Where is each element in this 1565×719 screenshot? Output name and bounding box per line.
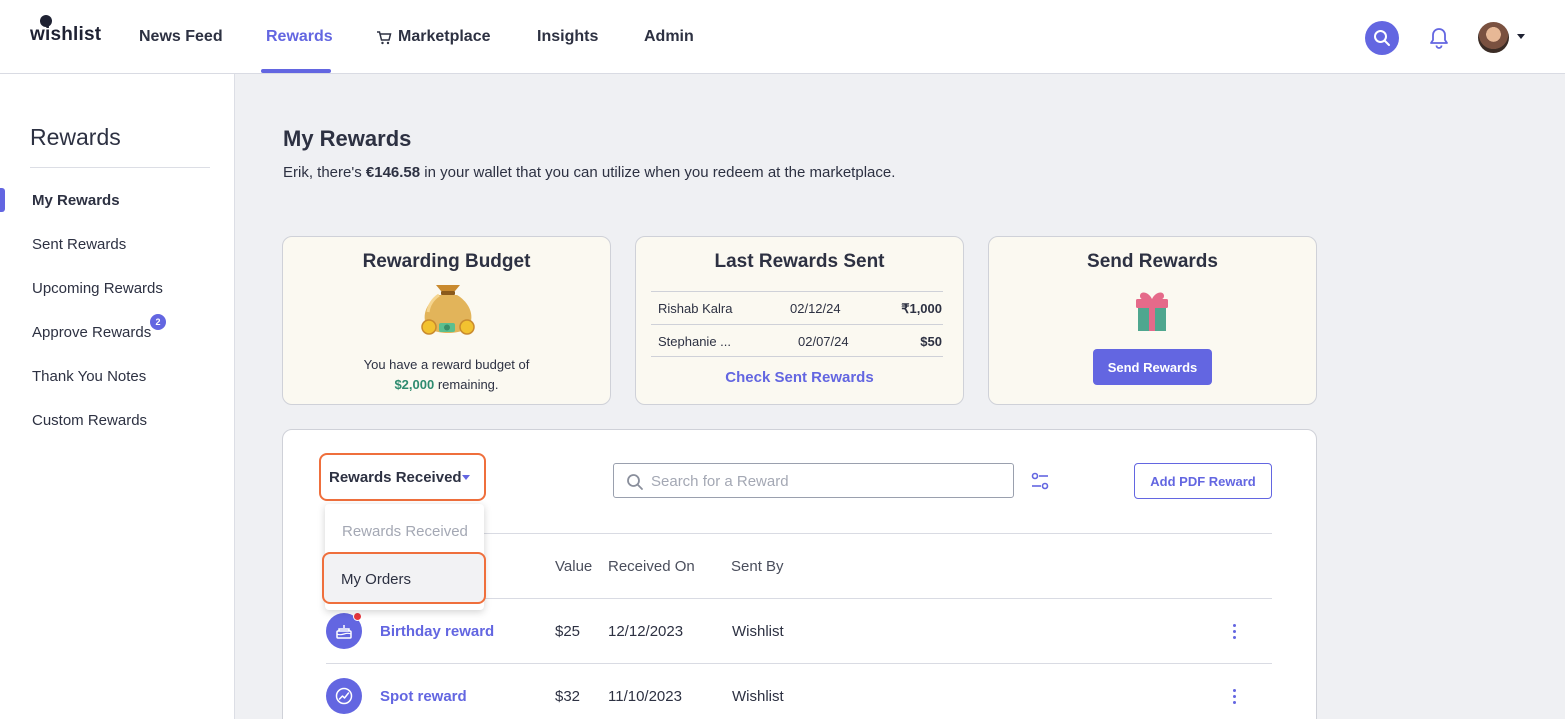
sidebar-divider xyxy=(30,167,210,168)
last-sent-date: 02/07/24 xyxy=(798,334,849,349)
caret-down-icon[interactable] xyxy=(1517,34,1525,39)
wishlist-logo[interactable]: wishlist xyxy=(30,15,102,46)
budget-card-title: Rewarding Budget xyxy=(362,251,531,272)
nav-insights[interactable]: Insights xyxy=(537,28,598,46)
rewarding-budget-card: Rewarding Budget You have a reward budge… xyxy=(282,236,611,405)
bell-icon xyxy=(1430,28,1448,49)
reward-name-link[interactable]: Birthday reward xyxy=(380,623,494,640)
send-rewards-button[interactable]: Send Rewards xyxy=(1093,349,1212,385)
column-header-received-on: Received On xyxy=(608,558,695,575)
last-sent-card-title: Last Rewards Sent xyxy=(714,251,885,272)
menu-option-rewards-received[interactable]: Rewards Received xyxy=(342,523,468,540)
nav-rewards[interactable]: Rewards xyxy=(266,28,333,46)
budget-amount: $2,000 xyxy=(394,377,435,392)
sidebar-item-sent-rewards[interactable]: Sent Rewards xyxy=(32,236,126,253)
add-pdf-reward-button[interactable]: Add PDF Reward xyxy=(1134,463,1272,499)
reward-received-on: 12/12/2023 xyxy=(608,623,684,640)
menu-option-label: My Orders xyxy=(341,571,412,588)
nav-news-feed[interactable]: News Feed xyxy=(139,28,223,46)
column-header-value: Value xyxy=(555,558,593,575)
rewards-type-dropdown[interactable]: Rewards Received xyxy=(319,453,486,501)
sidebar-title: Rewards xyxy=(30,124,121,150)
wallet-prefix: Erik, there's xyxy=(283,164,366,181)
reward-value: $25 xyxy=(555,623,581,640)
global-search-button[interactable] xyxy=(1365,21,1399,55)
budget-description: You have a reward budget of $2,000 remai… xyxy=(283,355,610,395)
notifications-button[interactable] xyxy=(1428,26,1450,55)
wallet-suffix: in your wallet that you can utilize when… xyxy=(420,164,896,181)
money-bag-icon xyxy=(421,285,475,335)
rewards-type-menu: Rewards Received My Orders xyxy=(322,504,486,610)
last-sent-recipient: Rishab Kalra xyxy=(658,301,733,316)
wallet-amount: €146.58 xyxy=(365,164,421,181)
dropdown-selected-label: Rewards Received xyxy=(329,469,462,486)
nav-admin[interactable]: Admin xyxy=(644,28,694,46)
filter-sliders-icon[interactable] xyxy=(1031,471,1049,491)
last-sent-divider xyxy=(651,356,943,357)
last-sent-row: Stephanie ... 02/07/24 $50 xyxy=(658,325,942,357)
sidebar-item-upcoming-rewards[interactable]: Upcoming Rewards xyxy=(32,280,163,297)
nav-marketplace[interactable]: Marketplace xyxy=(398,28,491,46)
row-more-icon[interactable] xyxy=(1230,689,1240,705)
column-header-sent-by: Sent By xyxy=(731,558,784,575)
reward-sent-by: Wishlist xyxy=(732,623,784,640)
trend-chart-icon xyxy=(326,678,362,714)
budget-text-line: You have a reward budget of xyxy=(363,357,530,372)
search-icon xyxy=(1374,30,1390,46)
reward-search-input[interactable] xyxy=(651,470,1001,492)
reward-received-on: 11/10/2023 xyxy=(608,688,682,705)
reward-sent-by: Wishlist xyxy=(732,688,784,705)
nav-active-indicator xyxy=(261,69,331,73)
logo-text: wishlist xyxy=(30,24,102,45)
table-row[interactable]: Spot reward $32 11/10/2023 Wishlist xyxy=(326,664,1272,719)
sidebar-item-approve-rewards[interactable]: Approve Rewards xyxy=(32,324,151,341)
check-sent-rewards-link[interactable]: Check Sent Rewards xyxy=(636,369,963,386)
last-sent-amount: $50 xyxy=(920,334,942,349)
user-avatar[interactable] xyxy=(1478,22,1509,53)
gift-icon xyxy=(1136,292,1168,331)
reward-name-link[interactable]: Spot reward xyxy=(380,688,467,705)
sidebar-active-indicator xyxy=(0,188,5,212)
last-sent-recipient: Stephanie ... xyxy=(658,334,731,349)
sidebar-item-thank-you-notes[interactable]: Thank You Notes xyxy=(32,368,146,385)
unread-dot xyxy=(353,612,362,621)
reward-search-field[interactable] xyxy=(613,463,1014,498)
send-card-title: Send Rewards xyxy=(1087,251,1218,272)
search-icon xyxy=(627,474,643,490)
logo-mark xyxy=(40,15,52,27)
approve-rewards-count-badge: 2 xyxy=(150,314,166,330)
last-sent-amount: ₹1,000 xyxy=(901,301,942,316)
sidebar-item-custom-rewards[interactable]: Custom Rewards xyxy=(32,412,147,429)
budget-remaining-line: $2,000 remaining. xyxy=(283,375,610,395)
cart-icon xyxy=(376,31,392,50)
sidebar: Rewards My Rewards Sent Rewards Upcoming… xyxy=(0,74,235,719)
budget-remaining-suffix: remaining. xyxy=(434,377,499,392)
last-sent-date: 02/12/24 xyxy=(790,301,841,316)
page-title: My Rewards xyxy=(283,126,412,151)
menu-option-my-orders[interactable]: My Orders xyxy=(322,552,486,604)
reward-value: $32 xyxy=(555,688,581,705)
last-rewards-sent-card: Last Rewards Sent Rishab Kalra 02/12/24 … xyxy=(635,236,964,405)
top-navigation: wishlist News Feed Rewards Marketplace I… xyxy=(0,0,1565,74)
row-more-icon[interactable] xyxy=(1230,624,1240,640)
wallet-message: Erik, there's €146.58 in your wallet tha… xyxy=(283,164,895,181)
sidebar-item-my-rewards[interactable]: My Rewards xyxy=(32,192,120,209)
send-rewards-card: Send Rewards Send Rewards xyxy=(988,236,1317,405)
caret-down-icon xyxy=(462,475,470,480)
last-sent-row: Rishab Kalra 02/12/24 ₹1,000 xyxy=(658,292,942,324)
